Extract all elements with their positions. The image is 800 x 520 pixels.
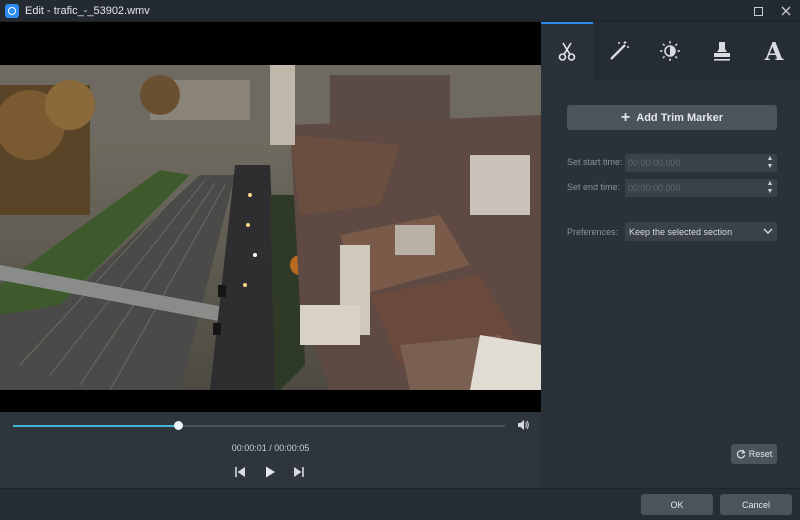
chevron-down-icon[interactable]: ▼	[765, 188, 775, 196]
close-icon	[781, 6, 791, 16]
ok-button[interactable]: OK	[641, 494, 713, 515]
reset-icon	[736, 449, 746, 459]
end-time-input[interactable]: 00:00:00.000 ▲ ▼	[625, 179, 777, 197]
end-time-label: Set end time:	[567, 182, 621, 192]
text-icon: A	[764, 36, 784, 66]
cancel-button[interactable]: Cancel	[720, 494, 792, 515]
chevron-down-icon[interactable]: ▼	[765, 163, 775, 171]
edit-panel: A + Add Trim Marker Set start time: 00:0…	[541, 22, 800, 488]
start-time-row: Set start time: 00:00:00.000 ▲ ▼	[567, 154, 777, 172]
seek-bar-handle[interactable]	[173, 421, 183, 430]
tab-adjust[interactable]	[645, 22, 697, 80]
reset-label: Reset	[748, 449, 773, 459]
plus-icon: +	[620, 108, 631, 126]
brightness-icon	[660, 41, 681, 61]
add-trim-marker-label: Add Trim Marker	[636, 111, 724, 124]
tab-watermark[interactable]	[696, 22, 748, 80]
seek-bar-progress	[13, 425, 178, 427]
play-icon[interactable]	[263, 465, 277, 479]
title-bar: Edit - trafic_-_53902.wmv	[0, 0, 800, 22]
volume-icon[interactable]	[516, 418, 530, 432]
end-time-spinner[interactable]: ▲ ▼	[765, 180, 775, 196]
chevron-down-icon	[763, 228, 773, 234]
next-frame-icon[interactable]	[292, 465, 306, 479]
preferences-label: Preferences:	[567, 227, 619, 237]
window-controls	[744, 0, 800, 22]
stamp-icon	[714, 42, 731, 61]
preferences-select[interactable]: Keep the selected section	[625, 222, 777, 241]
window-title: Edit - trafic_-_53902.wmv	[25, 4, 150, 17]
maximize-button[interactable]	[744, 0, 772, 22]
player-controls: 00:00:01 / 00:00:05	[0, 412, 541, 488]
start-time-value: 00:00:00.000	[628, 158, 681, 168]
maximize-icon	[753, 6, 763, 16]
chevron-up-icon[interactable]: ▲	[765, 180, 775, 188]
end-time-row: Set end time: 00:00:00.000 ▲ ▼	[567, 179, 777, 197]
tab-trim[interactable]	[541, 22, 593, 80]
seek-bar[interactable]	[13, 421, 505, 430]
previous-frame-icon[interactable]	[233, 465, 247, 479]
aerial-city-image	[0, 65, 541, 390]
start-time-label: Set start time:	[567, 157, 623, 167]
reset-button[interactable]: Reset	[731, 444, 777, 464]
time-display: 00:00:01 / 00:00:05	[231, 443, 310, 453]
video-frame	[0, 65, 541, 390]
video-preview[interactable]	[0, 22, 541, 412]
start-time-input[interactable]: 00:00:00.000 ▲ ▼	[625, 154, 777, 172]
preferences-value: Keep the selected section	[629, 227, 733, 237]
dialog-footer: OK Cancel	[0, 488, 800, 520]
scissors-icon	[558, 42, 576, 61]
edit-tabs: A	[541, 22, 800, 80]
app-logo-icon	[5, 3, 19, 18]
magic-wand-icon	[609, 41, 629, 60]
add-trim-marker-button[interactable]: + Add Trim Marker	[567, 105, 777, 130]
tab-text[interactable]: A	[748, 22, 800, 80]
end-time-value: 00:00:00.000	[628, 183, 681, 193]
start-time-spinner[interactable]: ▲ ▼	[765, 155, 775, 171]
close-button[interactable]	[772, 0, 800, 22]
tab-effects[interactable]	[593, 22, 645, 80]
chevron-up-icon[interactable]: ▲	[765, 155, 775, 163]
